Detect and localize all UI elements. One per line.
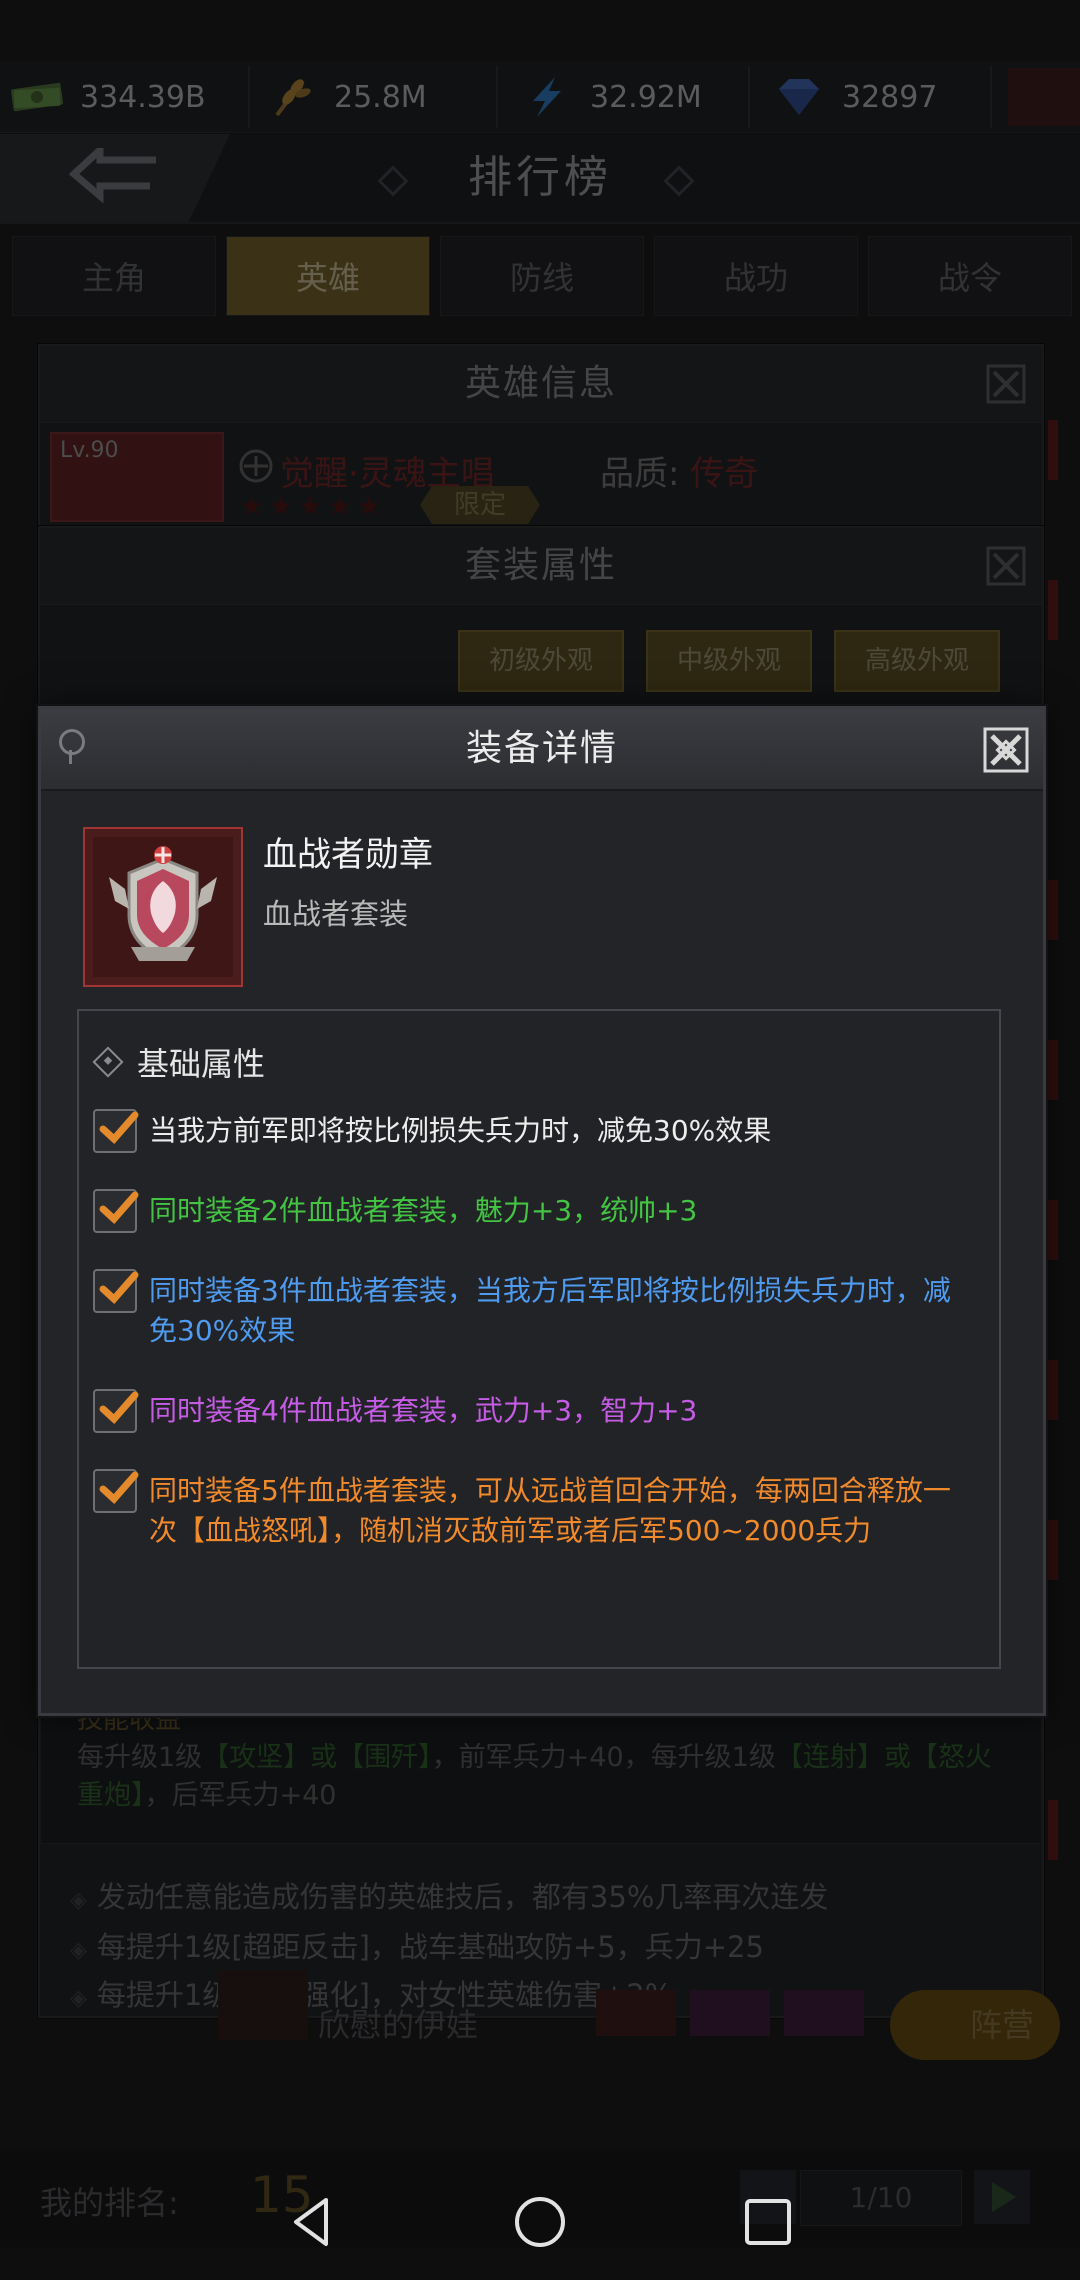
hero-level: Lv.90: [60, 438, 119, 463]
checkbox[interactable]: [93, 1469, 139, 1513]
money-icon: [8, 75, 66, 119]
set-attribute-title: 套装属性: [464, 545, 617, 586]
tab-battle-pass[interactable]: 战令: [868, 236, 1072, 316]
skill-bullet: 每提升1级[超距反击]，战车基础攻防+5，兵力+25: [70, 1924, 764, 1966]
row-hero-name: 欣慰的伊娃: [318, 2006, 479, 2044]
intermediate-appearance-button[interactable]: 中级外观: [646, 630, 812, 692]
row-accent: [1048, 1520, 1058, 1580]
diamond-icon: [770, 75, 828, 119]
dialog-header: 装备详情: [41, 709, 1043, 791]
system-nav-bar: [0, 2170, 1080, 2280]
limited-badge: 限定: [420, 486, 540, 524]
checkmark-icon: [99, 1111, 139, 1144]
hero-portrait[interactable]: Lv.90: [50, 432, 224, 522]
divider: [248, 66, 250, 128]
lineup-button[interactable]: 阵营: [890, 1990, 1060, 2060]
row-equip-icon: [784, 1990, 864, 2036]
set-attribute-panel: 套装属性 初级外观 中级外观 高级外观: [38, 526, 1044, 730]
back-triangle-icon[interactable]: [282, 2192, 342, 2252]
checkmark-icon: [99, 1471, 139, 1504]
diamond-bullet-icon: [92, 1046, 124, 1078]
title-bar: 排行榜: [0, 134, 1080, 224]
checkbox[interactable]: [93, 1269, 139, 1313]
attribute-section-header: 基础属性: [92, 1039, 266, 1085]
energy-value: 32.92M: [590, 79, 702, 115]
attribute-row: 同时装备5件血战者套装，可从远战首回合开始，每两回合释放一次【血战怒吼】，随机消…: [93, 1469, 973, 1551]
page-title: 排行榜: [468, 152, 612, 203]
quality-value: 传奇: [690, 454, 759, 494]
recents-square-icon[interactable]: [738, 2192, 798, 2252]
attribute-text: 同时装备4件血战者套装，武力+3，智力+3: [149, 1394, 698, 1427]
row-accent: [1048, 1800, 1058, 1860]
tab-protagonist[interactable]: 主角: [12, 236, 216, 316]
resource-money[interactable]: 334.39B: [8, 62, 206, 132]
checkmark-icon: [99, 1271, 139, 1304]
row-accent: [1048, 420, 1058, 480]
attribute-row: 同时装备2件血战者套装，魅力+3，统帅+3: [93, 1189, 973, 1233]
item-set-name: 血战者套装: [263, 897, 409, 931]
wheat-icon: [262, 75, 320, 119]
attribute-box: 基础属性 当我方前军即将按比例损失兵力时，减免30%效果 同时装备2件血战者套装…: [77, 1009, 1001, 1669]
skill-gain-part: ，前军兵力+40，每升级1级: [431, 1742, 776, 1773]
row-accent: [1048, 1200, 1058, 1260]
divider: [496, 66, 498, 128]
resource-bar: 334.39B 25.8M 32.92M 32897: [0, 62, 1080, 133]
checkmark-icon: [99, 1191, 139, 1224]
resource-energy[interactable]: 32.92M: [518, 62, 702, 132]
hero-info-title: 英雄信息: [464, 363, 617, 404]
row-equip-icon: [690, 1990, 770, 2036]
quality-label: 品质:: [600, 454, 680, 494]
skill-gain-skill: 【攻坚】或【围歼】: [202, 1742, 432, 1773]
skill-bullet: 发动任意能造成伤害的英雄技后，都有35%几率再次连发: [70, 1874, 828, 1916]
skill-gain-text: 每升级1级【攻坚】或【围歼】，前军兵力+40，每升级1级【连射】或【怒火重炮】，…: [77, 1739, 1017, 1815]
divider: [748, 66, 750, 128]
attribute-text: 同时装备2件血战者套装，魅力+3，统帅+3: [149, 1194, 698, 1227]
row-accent: [1048, 1040, 1058, 1100]
skill-gain-part: ，后军兵力+40: [144, 1780, 337, 1811]
attribute-section-title: 基础属性: [137, 1045, 266, 1083]
attribute-text: 同时装备5件血战者套装，可从远战首回合开始，每两回合释放一次【血战怒吼】，随机消…: [149, 1474, 951, 1547]
attribute-text: 同时装备3件血战者套装，当我方后军即将按比例损失兵力时，减免30%效果: [149, 1274, 951, 1347]
money-value: 334.39B: [80, 79, 206, 115]
advanced-appearance-button[interactable]: 高级外观: [834, 630, 1000, 692]
row-accent: [1048, 1360, 1058, 1420]
tab-merit[interactable]: 战功: [654, 236, 858, 316]
wheat-value: 25.8M: [334, 79, 427, 115]
resource-wheat[interactable]: 25.8M: [262, 62, 427, 132]
equipment-detail-dialog: 装备详情 血战者勋章 血战者套装 基础属性 当我方前军即将按比例损失兵力时，减免…: [38, 706, 1046, 1716]
row-accent: [1048, 580, 1058, 640]
close-icon[interactable]: [984, 362, 1028, 406]
attribute-row: 当我方前军即将按比例损失兵力时，减免30%效果: [93, 1109, 973, 1153]
home-circle-icon[interactable]: [510, 2192, 570, 2252]
attribute-text: 当我方前军即将按比例损失兵力时，减免30%效果: [149, 1114, 772, 1147]
skill-gain-part: 每升级1级: [77, 1742, 203, 1773]
medal-icon: [93, 837, 233, 977]
checkbox[interactable]: [93, 1109, 139, 1153]
row-hero-portrait: [218, 1970, 308, 2040]
tab-defense[interactable]: 防线: [440, 236, 644, 316]
tab-bar: 主角 英雄 防线 战功 战令: [12, 236, 1072, 316]
checkbox[interactable]: [93, 1389, 139, 1433]
attribute-row: 同时装备3件血战者套装，当我方后军即将按比例损失兵力时，减免30%效果: [93, 1269, 973, 1351]
basic-appearance-button[interactable]: 初级外观: [458, 630, 624, 692]
hero-quality: 品质: 传奇: [600, 446, 758, 495]
checkbox[interactable]: [93, 1189, 139, 1233]
divider: [990, 66, 992, 128]
close-icon[interactable]: [981, 725, 1031, 775]
checkmark-icon: [99, 1391, 139, 1424]
diamond-value: 32897: [842, 79, 938, 115]
hero-class-icon: [239, 449, 273, 483]
attribute-row: 同时装备4件血战者套装，武力+3，智力+3: [93, 1389, 973, 1433]
menu-tab-icon[interactable]: [1008, 68, 1080, 126]
resource-diamond[interactable]: 32897: [770, 62, 937, 132]
lightning-icon: [518, 75, 576, 119]
dialog-title: 装备详情: [465, 728, 618, 769]
item-icon: [83, 827, 243, 987]
row-accent: [1048, 880, 1058, 940]
close-icon[interactable]: [984, 544, 1028, 588]
item-name: 血战者勋章: [263, 835, 433, 875]
hero-stars: ★★★★★: [240, 492, 387, 522]
tab-heroes[interactable]: 英雄: [226, 236, 430, 316]
row-equip-icon: [596, 1990, 676, 2036]
